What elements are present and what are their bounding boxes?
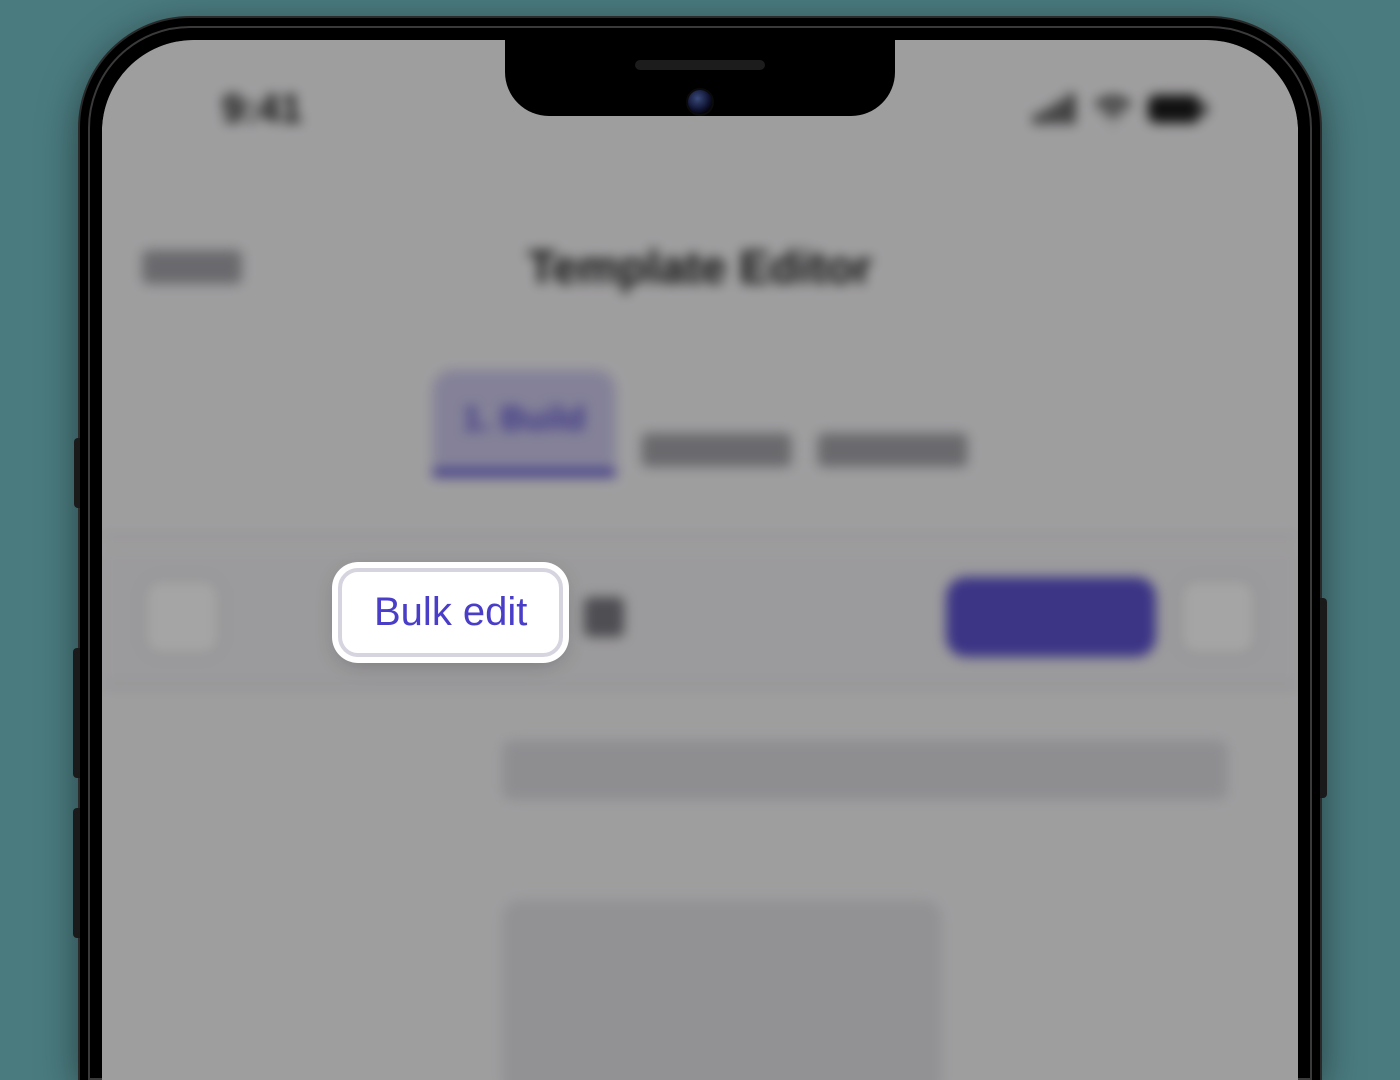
toolbar-square-left[interactable] xyxy=(142,577,222,657)
tab-step-2[interactable] xyxy=(641,433,791,467)
tab-build[interactable]: 1. Build xyxy=(433,370,616,477)
bulk-edit-button[interactable]: Bulk edit xyxy=(338,568,563,657)
tab-step-3[interactable] xyxy=(817,433,967,467)
toolbar-action-2-icon[interactable] xyxy=(584,597,624,637)
page-title: Template Editor xyxy=(528,240,872,294)
speaker-grille xyxy=(635,60,765,70)
cellular-signal-icon xyxy=(1034,94,1078,124)
battery-icon xyxy=(1148,95,1208,123)
status-time: 9:41 xyxy=(222,87,302,132)
editor-toolbar xyxy=(102,548,1298,688)
nav-back-button[interactable] xyxy=(142,250,242,284)
toolbar-primary-button[interactable] xyxy=(946,577,1156,657)
side-button-volume-up xyxy=(73,648,80,778)
tabs-row: 1. Build xyxy=(433,370,968,477)
toolbar-square-right[interactable] xyxy=(1178,577,1258,657)
side-button-silence xyxy=(74,438,80,508)
header-divider xyxy=(102,535,1298,537)
phone-notch xyxy=(505,40,895,116)
side-button-power xyxy=(1320,598,1327,798)
phone-screen: 9:41 Template Editor 1 xyxy=(102,40,1298,1080)
nav-header: Template Editor xyxy=(102,240,1298,294)
wifi-icon xyxy=(1092,94,1134,124)
content-placeholder-bar xyxy=(502,740,1228,800)
phone-frame: 9:41 Template Editor 1 xyxy=(80,18,1320,1080)
content-placeholder-card xyxy=(502,900,942,1080)
side-button-volume-down xyxy=(73,808,80,938)
status-icons xyxy=(1034,94,1208,124)
front-camera xyxy=(686,88,714,116)
